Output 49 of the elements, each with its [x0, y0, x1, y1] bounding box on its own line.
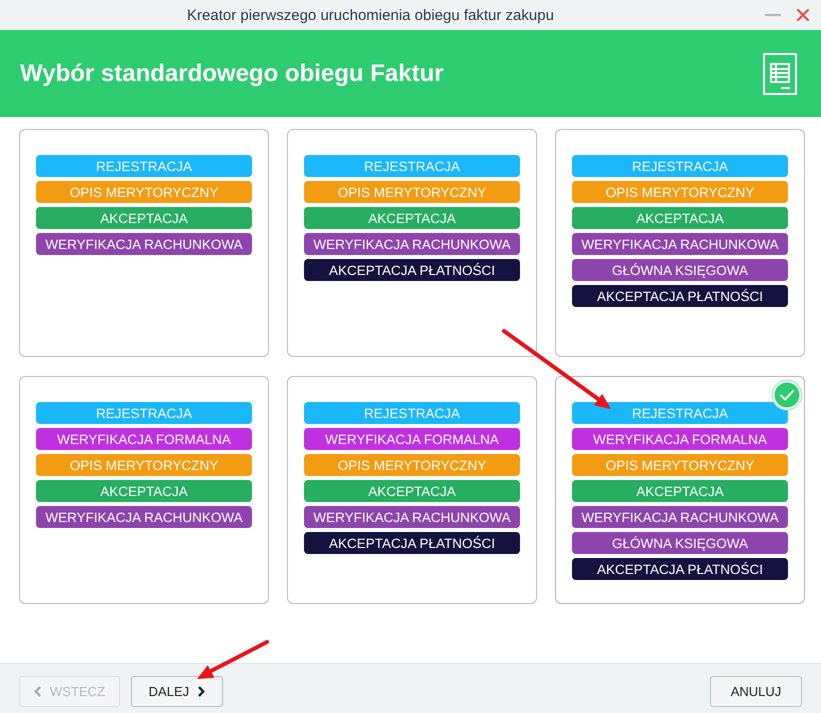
workflow-card[interactable]: REJESTRACJA OPIS MERYTORYCZNY AKCEPTACJA WERYFIKACJA RACHUNKOWA [19, 129, 269, 357]
workflow-step: OPIS MERYTORYCZNY [304, 454, 520, 476]
workflow-step: AKCEPTACJA PŁATNOŚCI [304, 259, 520, 281]
chevron-left-icon [34, 686, 41, 697]
cancel-button[interactable]: ANULUJ [710, 676, 802, 707]
workflow-card[interactable]: REJESTRACJA WERYFIKACJA FORMALNA OPIS MERYTORYCZNY AKCEPTACJA WERYFIKACJA RACHUNKOWA [19, 376, 269, 604]
window-title: Kreator pierwszego uruchomienia obiegu faktur zakupu [187, 6, 554, 24]
workflow-step: WERYFIKACJA RACHUNKOWA [36, 506, 252, 528]
workflow-step: GŁÓWNA KSIĘGOWA [572, 532, 788, 554]
workflow-step: REJESTRACJA [572, 155, 788, 177]
workflow-step: REJESTRACJA [304, 402, 520, 424]
document-table-icon [763, 52, 797, 94]
workflow-step: AKCEPTACJA PŁATNOŚCI [572, 285, 788, 307]
workflow-step: REJESTRACJA [572, 402, 788, 424]
workflow-step: WERYFIKACJA RACHUNKOWA [304, 233, 520, 255]
workflow-step: REJESTRACJA [36, 155, 252, 177]
check-icon [771, 379, 803, 411]
pointer-arrow [197, 640, 269, 679]
workflow-step: AKCEPTACJA [36, 480, 252, 502]
workflow-step: AKCEPTACJA [36, 207, 252, 229]
chevron-right-icon [198, 686, 206, 697]
workflow-card[interactable]: REJESTRACJA WERYFIKACJA FORMALNA OPIS MERYTORYCZNY AKCEPTACJA WERYFIKACJA RACHUNKOWA AKCEPTACJA PŁATNOŚCI [287, 376, 537, 604]
workflow-step: OPIS MERYTORYCZNY [572, 181, 788, 203]
next-button[interactable]: DALEJ [130, 676, 223, 707]
workflow-step: WERYFIKACJA FORMALNA [36, 428, 252, 450]
workflow-step: WERYFIKACJA FORMALNA [572, 428, 788, 450]
workflow-step: GŁÓWNA KSIĘGOWA [572, 259, 788, 281]
workflow-step: AKCEPTACJA [304, 207, 520, 229]
page-heading: Wybór standardowego obiegu Faktur [20, 60, 444, 88]
workflow-step: REJESTRACJA [36, 402, 252, 424]
workflow-step: WERYFIKACJA RACHUNKOWA [572, 233, 788, 255]
workflow-step: AKCEPTACJA [572, 207, 788, 229]
workflow-card[interactable]: REJESTRACJA OPIS MERYTORYCZNY AKCEPTACJA WERYFIKACJA RACHUNKOWA GŁÓWNA KSIĘGOWA AKCEPTACJA PŁATNOŚCI [555, 129, 805, 357]
workflow-step: AKCEPTACJA [572, 480, 788, 502]
workflow-step: OPIS MERYTORYCZNY [36, 181, 252, 203]
workflow-card[interactable]: REJESTRACJA OPIS MERYTORYCZNY AKCEPTACJA WERYFIKACJA RACHUNKOWA AKCEPTACJA PŁATNOŚCI [287, 129, 537, 357]
close-icon[interactable] [797, 9, 809, 21]
workflow-step: AKCEPTACJA PŁATNOŚCI [572, 558, 788, 580]
workflow-step: AKCEPTACJA [304, 480, 520, 502]
workflow-step: OPIS MERYTORYCZNY [304, 181, 520, 203]
workflow-step: WERYFIKACJA RACHUNKOWA [572, 506, 788, 528]
workflow-step: WERYFIKACJA RACHUNKOWA [36, 233, 252, 255]
workflow-step: OPIS MERYTORYCZNY [36, 454, 252, 476]
workflow-step: REJESTRACJA [304, 155, 520, 177]
workflow-step: WERYFIKACJA RACHUNKOWA [304, 506, 520, 528]
workflow-step: WERYFIKACJA FORMALNA [304, 428, 520, 450]
workflow-step: OPIS MERYTORYCZNY [572, 454, 788, 476]
workflow-card[interactable]: REJESTRACJA WERYFIKACJA FORMALNA OPIS MERYTORYCZNY AKCEPTACJA WERYFIKACJA RACHUNKOWA GŁÓWNA KSIĘGOWA AKCEPTACJA PŁATNOŚCI [555, 376, 805, 604]
workflow-step: AKCEPTACJA PŁATNOŚCI [304, 532, 520, 554]
